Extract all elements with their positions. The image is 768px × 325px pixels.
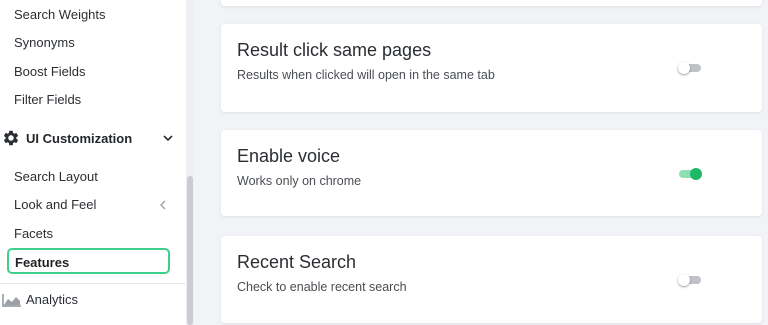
gear-icon <box>3 130 19 146</box>
sidebar-item-facets[interactable]: Facets <box>14 226 53 241</box>
setting-card-result-click-same-pages: Result click same pages Results when cli… <box>221 24 762 112</box>
setting-card-partial <box>221 0 762 6</box>
sidebar-item-search-weights[interactable]: Search Weights <box>14 7 106 22</box>
sidebar-item-boost-fields[interactable]: Boost Fields <box>14 64 86 79</box>
sidebar-item-search-layout[interactable]: Search Layout <box>14 169 98 184</box>
sidebar-divider <box>0 283 186 284</box>
sidebar-item-look-and-feel[interactable]: Look and Feel <box>14 197 96 212</box>
setting-description: Check to enable recent search <box>237 280 407 294</box>
sidebar-item-features[interactable]: Features <box>7 248 170 274</box>
chevron-down-icon[interactable] <box>162 132 174 144</box>
recent-search-toggle[interactable] <box>678 274 701 286</box>
chevron-left-icon[interactable] <box>158 199 168 211</box>
sidebar-item-analytics[interactable]: Analytics <box>0 290 186 310</box>
sidebar-item-features-label: Features <box>15 255 70 270</box>
sidebar-item-synonyms[interactable]: Synonyms <box>14 35 75 50</box>
sidebar-scrollbar[interactable] <box>186 0 194 325</box>
toggle-knob <box>678 274 690 286</box>
setting-title: Recent Search <box>237 252 357 272</box>
sidebar-group-ui-customization[interactable]: UI Customization <box>0 124 186 152</box>
result-click-same-pages-toggle[interactable] <box>678 62 701 74</box>
setting-title: Enable voice <box>237 146 341 166</box>
sidebar-item-filter-fields[interactable]: Filter Fields <box>14 92 81 107</box>
sidebar: Search Weights Synonyms Boost Fields Fil… <box>0 0 187 325</box>
sidebar-scrollbar-thumb[interactable] <box>187 176 193 325</box>
setting-title: Result click same pages <box>237 40 432 60</box>
enable-voice-toggle[interactable] <box>679 168 702 180</box>
setting-card-recent-search: Recent Search Check to enable recent sea… <box>221 236 762 323</box>
setting-description: Results when clicked will open in the sa… <box>237 68 495 82</box>
sidebar-group-label: UI Customization <box>26 131 133 146</box>
setting-card-enable-voice: Enable voice Works only on chrome <box>221 130 762 216</box>
setting-description: Works only on chrome <box>237 174 362 188</box>
chart-icon <box>2 294 21 307</box>
toggle-knob <box>678 62 690 74</box>
toggle-knob <box>690 168 702 180</box>
sidebar-item-analytics-label: Analytics <box>26 292 79 307</box>
